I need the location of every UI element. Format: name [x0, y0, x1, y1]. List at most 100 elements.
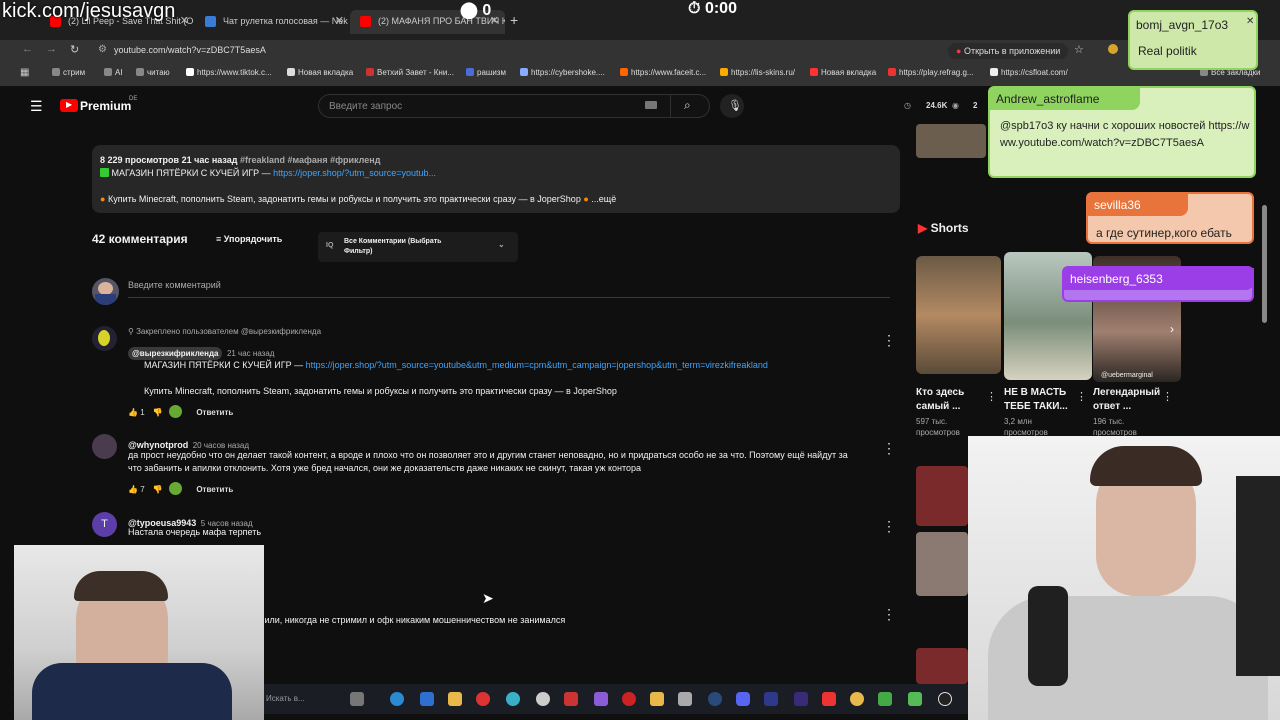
comment-avatar[interactable]: T [92, 512, 117, 537]
reload-icon[interactable]: ↻ [70, 43, 79, 56]
bookmark-folder-ai[interactable]: AI [104, 68, 123, 77]
tab-chat-roulette[interactable]: Чат рулетка голосовая — Nek ✕ [195, 10, 350, 34]
more-options-icon[interactable]: ⋮ [1162, 390, 1173, 403]
scrollbar[interactable] [1262, 205, 1267, 323]
keyboard-icon[interactable] [645, 101, 657, 109]
more-options-icon[interactable]: ⋮ [882, 440, 896, 457]
app-icon[interactable] [908, 692, 922, 706]
open-in-app-button[interactable]: ● Открыть в приложении [948, 43, 1069, 59]
sort-button[interactable]: ≡ Упорядочить [216, 234, 282, 244]
comment-avatar[interactable] [92, 434, 117, 459]
recommended-thumbnail[interactable] [916, 532, 968, 596]
bookmark-new-tab-1[interactable]: Новая вкладка [287, 68, 353, 77]
bookmark-new-tab-2[interactable]: Новая вкладка [810, 68, 876, 77]
voice-search-button[interactable]: 🎙 [720, 94, 744, 118]
chrome-icon[interactable] [850, 692, 864, 706]
photoshop-icon[interactable] [764, 692, 778, 706]
more-options-icon[interactable]: ⋮ [882, 332, 896, 349]
short-thumbnail-1[interactable] [916, 256, 1001, 374]
bookmark-old-testament[interactable]: Ветхий Завет - Кни... [366, 68, 454, 77]
reply-button[interactable]: Ответить [196, 408, 233, 417]
comment-link[interactable]: https://joper.shop/?utm_source=youtube&u… [306, 360, 768, 370]
app-icon[interactable] [594, 692, 608, 706]
microphone-icon: 🎙 [728, 100, 742, 112]
premiere-icon[interactable] [794, 692, 808, 706]
search-input[interactable]: Введите запрос [318, 94, 710, 118]
bookmark-csfloat[interactable]: https://csfloat.com/ [990, 68, 1068, 77]
bookmark-tiktok[interactable]: https://www.tiktok.c... [186, 68, 272, 77]
close-icon[interactable]: ✕ [1246, 16, 1254, 27]
site-info-icon[interactable]: ⚙ [98, 44, 107, 55]
comments-count: 42 комментария [92, 232, 188, 246]
folder-icon [52, 68, 60, 76]
app-icon[interactable] [536, 692, 550, 706]
more-options-icon[interactable]: ⋮ [882, 518, 896, 535]
discord-icon[interactable] [736, 692, 750, 706]
opera-icon[interactable] [622, 692, 636, 706]
bookmark-cybershoke[interactable]: https://cybershoke.... [520, 68, 605, 77]
menu-hamburger-icon[interactable]: ☰ [30, 98, 43, 115]
bookmark-refrag[interactable]: https://play.refrag.g... [888, 68, 974, 77]
forward-icon[interactable]: → [46, 43, 57, 55]
tiktok-icon[interactable] [938, 692, 952, 706]
app-icon[interactable] [476, 692, 490, 706]
region-code: DE [129, 96, 138, 102]
bookmark-lis-skins[interactable]: https://lis-skins.ru/ [720, 68, 795, 77]
folder-icon[interactable] [448, 692, 462, 706]
dislike-icon[interactable]: 👎 [153, 408, 163, 417]
extension-icon[interactable] [1108, 44, 1118, 54]
recommended-thumbnail[interactable] [916, 648, 968, 684]
app-icon[interactable] [506, 692, 520, 706]
bookmark-folder-reading[interactable]: читаю [136, 68, 170, 77]
fire-icon: ● [583, 194, 589, 204]
app-icon[interactable] [650, 692, 664, 706]
close-tab-icon[interactable]: ✕ [180, 14, 189, 27]
yandex-icon[interactable] [822, 692, 836, 706]
bookmark-star-icon[interactable]: ☆ [1074, 43, 1084, 56]
short-title-2[interactable]: НЕ В МАСТЬ ТЕБЕ ТАКИ... [1004, 386, 1076, 414]
app-icon[interactable] [564, 692, 578, 706]
recommended-thumbnail[interactable] [916, 466, 968, 526]
comment-text: МАГАЗИН ПЯТЁРКИ С КУЧЕЙ ИГР — https://jo… [144, 360, 768, 370]
store-icon[interactable] [420, 692, 434, 706]
description-link[interactable]: https://joper.shop/?utm_source=youtub... [273, 168, 436, 178]
apps-grid-icon[interactable]: ▦ [20, 67, 29, 78]
app-icon[interactable] [350, 692, 364, 706]
back-icon[interactable]: ← [22, 43, 33, 55]
more-options-icon[interactable]: ⋮ [1076, 390, 1087, 403]
url-field[interactable]: youtube.com/watch?v=zDBC7T5aesA [114, 45, 266, 55]
like-icon[interactable]: 👍 [128, 485, 138, 494]
taskbar-search-input[interactable]: Искать в... [266, 694, 305, 703]
steam-icon[interactable] [708, 692, 722, 706]
app-icon[interactable] [678, 692, 692, 706]
user-avatar[interactable] [92, 278, 119, 305]
more-options-icon[interactable]: ⋮ [986, 390, 997, 403]
more-options-icon[interactable]: ⋮ [882, 606, 896, 623]
add-comment-input[interactable]: Введите комментарий [128, 280, 890, 298]
youtube-logo-icon[interactable]: ▶ [60, 99, 78, 112]
bookmark-folder-stream[interactable]: стрим [52, 68, 85, 77]
avatar-body [95, 294, 116, 305]
show-more-link[interactable]: ...ещё [591, 194, 616, 204]
short-title-3[interactable]: Легендарный ответ ... [1093, 386, 1163, 414]
chevron-right-icon[interactable]: › [1170, 322, 1174, 336]
edge-icon[interactable] [390, 692, 404, 706]
search-button[interactable]: ⌕ [670, 94, 710, 118]
app-icon[interactable] [878, 692, 892, 706]
recommended-thumbnail[interactable] [916, 124, 986, 158]
comment-avatar[interactable] [92, 326, 117, 351]
comment-actions: 👍 7 👎 Ответить [128, 482, 233, 495]
new-tab-icon[interactable]: + [510, 12, 518, 28]
site-favicon-icon [205, 16, 216, 27]
bookmark-rashism[interactable]: рашизм [466, 68, 506, 77]
close-tab-icon[interactable]: ✕ [335, 14, 344, 27]
like-icon[interactable]: 👍 [128, 408, 138, 417]
video-description[interactable]: 8 229 просмотров 21 час назад #freakland… [92, 145, 900, 213]
browser-tab-bar: (2) Lil Peep - Save That Shit (O ✕ Чат р… [0, 0, 1280, 40]
youtube-logo-text[interactable]: Premium [80, 99, 131, 113]
comment-filter-dropdown[interactable]: IQ Все Комментарии (Выбрать Фильтр) ⌄ [318, 232, 518, 262]
short-title-1[interactable]: Кто здесь самый ... [916, 386, 988, 414]
reply-button[interactable]: Ответить [196, 485, 233, 494]
bookmark-faceit[interactable]: https://www.faceit.c... [620, 68, 706, 77]
dislike-icon[interactable]: 👎 [153, 485, 163, 494]
